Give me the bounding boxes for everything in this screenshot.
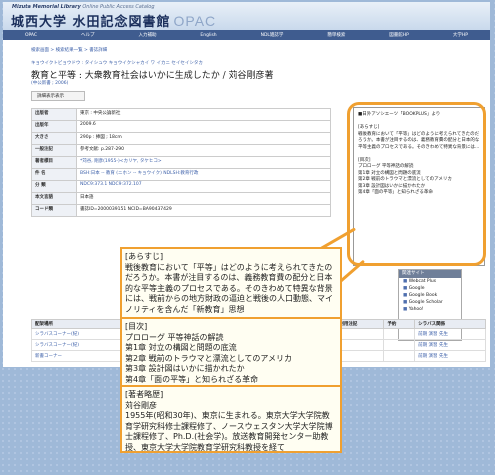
field-value: 書誌ID=2000039151 NCID=BA90437429 xyxy=(76,204,331,217)
subject-link[interactable]: BSH:日本 -- 教育 (ニホン -- キョウイク) NDLSH:教育行政 xyxy=(76,168,331,181)
field-label: 出版年 xyxy=(31,120,77,133)
classification-link[interactable]: NDC9:373.1 NDC9:372.107 xyxy=(76,180,331,193)
link-yahoo[interactable]: Yahoo! xyxy=(399,306,461,313)
nav-help[interactable]: ヘルプ xyxy=(81,32,95,38)
field-value: 日本語 xyxy=(76,192,331,205)
field-value: 参考文献: p.287-290 xyxy=(76,144,331,157)
syllabus-link[interactable]: 前期 演習 先生 xyxy=(414,328,486,340)
field-label: 一般注記 xyxy=(31,144,77,157)
zoom-author-bio-text: [著者略歴] 苅谷剛彦 1955年(昭和30年)、東京に生まれる。東京大学大学院… xyxy=(125,390,333,452)
location-link[interactable]: シラバスコーナー(紀) xyxy=(31,339,130,351)
logo-subtitle: Mizuta Memorial Library Online Public Ac… xyxy=(12,4,155,10)
bibliographic-table: 出版者 東京 : 中央公論新社 出版年 2009.6 大きさ 290p : 挿図 ; … xyxy=(31,108,331,217)
link-google-scholar[interactable]: Google Scholar xyxy=(399,299,461,306)
nav-input-assist[interactable]: 入力補助 xyxy=(138,32,156,38)
column-header: 配架場所 xyxy=(31,319,130,329)
field-value: 2009.6 xyxy=(76,120,331,133)
column-header: 予約 xyxy=(383,319,416,329)
table-row: 本文言語 日本語 xyxy=(31,192,331,205)
table-row: コード類 書誌ID=2000039151 NCID=BA90437429 xyxy=(31,204,331,217)
column-header: シラバス関係 xyxy=(414,319,486,329)
column-header: 利用注記 xyxy=(335,319,385,329)
author-link[interactable]: *苅谷, 剛彦(1955-)<カリヤ, タケヒコ> xyxy=(76,156,331,169)
zoom-synopsis: [あらすじ] 戦後教育において「平等」はどのように考えられてきたのだろうか。本書… xyxy=(120,247,342,325)
link-google-book[interactable]: Google Book xyxy=(399,292,461,299)
table-row: 出版年 2009.6 xyxy=(31,120,331,133)
related-sites-title: 関連サイト xyxy=(399,270,461,278)
table-row: 出版者 東京 : 中央公論新社 xyxy=(31,108,331,121)
nav-university-hp[interactable]: 大学HP xyxy=(453,32,468,38)
field-label: コード類 xyxy=(31,204,77,217)
nav-english[interactable]: English xyxy=(200,33,216,38)
nav-opac[interactable]: OPAC xyxy=(25,33,37,38)
table-row: 件 名 BSH:日本 -- 教育 (ニホン -- キョウイク) NDLSH:教育行… xyxy=(31,168,331,181)
field-label: 分 類 xyxy=(31,180,77,193)
link-google[interactable]: Google xyxy=(399,285,461,292)
field-value: 東京 : 中央公論新社 xyxy=(76,108,331,121)
table-row: 著者標目 *苅谷, 剛彦(1955-)<カリヤ, タケヒコ> xyxy=(31,156,331,169)
field-label: 著者標目 xyxy=(31,156,77,169)
header: Mizuta Memorial Library Online Public Ac… xyxy=(3,2,490,30)
top-nav: OPAC ヘルプ 入力補助 English NDL雑誌学 簡単検索 図書館HP … xyxy=(3,30,490,40)
library-logo[interactable]: 城西大学 水田記念図書館 OPAC xyxy=(11,11,216,30)
field-label: 本文言語 xyxy=(31,192,77,205)
syllabus-link[interactable]: 前期 演習 先生 xyxy=(414,339,486,351)
field-label: 大きさ xyxy=(31,132,77,145)
nav-library-hp[interactable]: 図書館HP xyxy=(389,32,409,38)
nav-ndl[interactable]: NDL雑誌学 xyxy=(261,32,284,38)
link-webcat-plus[interactable]: Webcat Plus xyxy=(399,278,461,285)
zoom-synopsis-text: [あらすじ] 戦後教育において「平等」はどのように考えられてきたのだろうか。本書… xyxy=(125,252,333,314)
series-link[interactable]: (中公新書 ; 2006) xyxy=(31,80,68,86)
field-value: 290p : 挿図 ; 18cm xyxy=(76,132,331,145)
zoom-author-bio: [著者略歴] 苅谷剛彦 1955年(昭和30年)、東京に生まれる。東京大学大学院… xyxy=(120,385,342,453)
nav-simple-search[interactable]: 簡単検索 xyxy=(327,32,345,38)
syllabus-link[interactable]: 前期 演習 先生 xyxy=(414,350,486,362)
field-label: 出版者 xyxy=(31,108,77,121)
title-kana: キョウイクトビョウドウ : タイシュウ キョウイクシャカイ ワ イカニ セイセイ… xyxy=(31,61,203,66)
detail-display-button[interactable]: 詳細表示表示 xyxy=(31,91,85,101)
table-row: 分 類 NDC9:373.1 NDC9:372.107 xyxy=(31,180,331,193)
table-row: 大きさ 290p : 挿図 ; 18cm xyxy=(31,132,331,145)
breadcrumb[interactable]: 検索画面 > 検索結果一覧 > 書誌詳細 xyxy=(31,47,107,53)
location-link[interactable]: シラバスコーナー(紀) xyxy=(31,328,130,340)
zoom-contents: [目次] プロローグ 平等神話の解読 第1章 対立の構図と問題の底流 第2章 戦… xyxy=(120,317,342,393)
field-label: 件 名 xyxy=(31,168,77,181)
table-row: 一般注記 参考文献: p.287-290 xyxy=(31,144,331,157)
zoom-contents-text: [目次] プロローグ 平等神話の解読 第1章 対立の構図と問題の底流 第2章 戦… xyxy=(125,322,292,384)
highlight-frame xyxy=(347,102,486,266)
location-link[interactable]: 新書コーナー xyxy=(31,350,130,362)
